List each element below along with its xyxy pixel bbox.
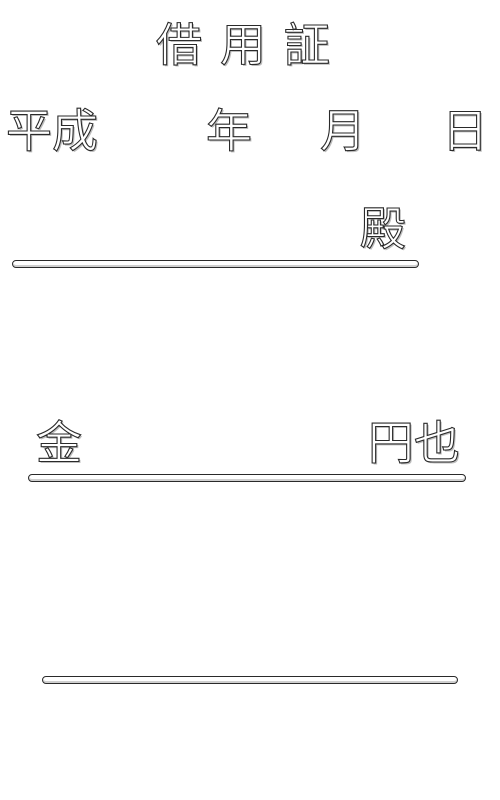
amount-suffix: 円也 xyxy=(367,416,460,470)
addressee-line xyxy=(12,260,419,268)
addressee-suffix: 殿 xyxy=(359,202,406,256)
date-year-unit: 年 xyxy=(205,104,252,158)
date-day-unit: 日 xyxy=(441,104,488,158)
amount-line xyxy=(28,474,466,482)
signature-line xyxy=(42,676,458,684)
document-title: 借用証 xyxy=(155,18,348,72)
date-era: 平成 xyxy=(5,104,98,158)
amount-prefix: 金 xyxy=(35,416,82,470)
date-month-unit: 月 xyxy=(319,104,366,158)
